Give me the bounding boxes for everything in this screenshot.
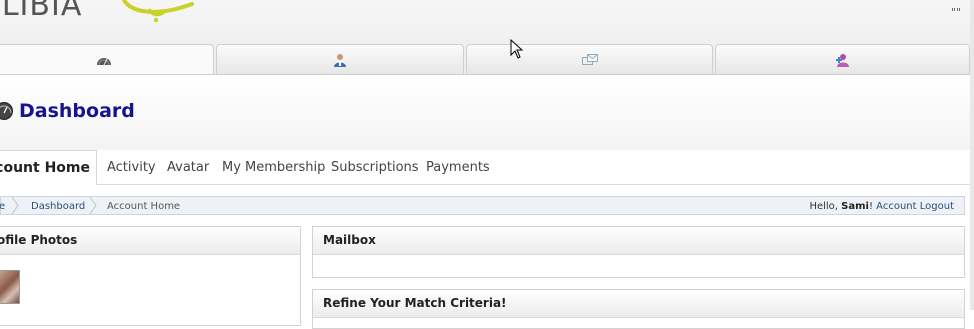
- refine-match-panel: Refine Your Match Criteria!: [312, 289, 965, 329]
- account-link[interactable]: Account: [876, 201, 916, 212]
- breadcrumb: e Dashboard Account Home Hello, Sami! Ac…: [0, 196, 965, 215]
- greeting: Hello, Sami! Account Logout: [809, 201, 954, 212]
- subnav-item-account-home[interactable]: count Home: [0, 150, 97, 185]
- subnav-item-payments[interactable]: Payments: [426, 160, 490, 175]
- breadcrumb-home[interactable]: e: [0, 201, 5, 212]
- breadcrumb-separator-icon: [89, 197, 97, 214]
- dashboard-band: [0, 75, 974, 151]
- username: Sami: [841, 201, 869, 212]
- mouse-cursor-icon: [510, 39, 524, 59]
- tab-profile[interactable]: [216, 44, 464, 75]
- dashboard-icon: [97, 58, 111, 66]
- greeting-suffix: !: [868, 201, 873, 212]
- subnav-item-activity[interactable]: Activity: [107, 160, 156, 175]
- greeting-prefix: Hello,: [809, 201, 838, 212]
- panel-title-mailbox: Mailbox: [313, 227, 964, 255]
- page-title: Dashboard: [19, 100, 135, 122]
- mailbox-panel: Mailbox: [312, 226, 965, 278]
- logout-link[interactable]: Logout: [920, 201, 954, 212]
- panel-title-refine-match: Refine Your Match Criteria!: [313, 290, 964, 318]
- profile-photos-panel: ofile Photos: [0, 226, 301, 326]
- corner-mark: "": [951, 6, 962, 19]
- breadcrumb-current: Account Home: [107, 201, 181, 212]
- breadcrumb-separator-icon: [11, 197, 19, 214]
- tab-mail[interactable]: [466, 44, 713, 75]
- panel-title-profile-photos: ofile Photos: [0, 227, 300, 255]
- dashboard-title-icon: [0, 102, 13, 120]
- profile-photo-thumbnail[interactable]: [0, 270, 20, 304]
- site-logo[interactable]: JLIBIA: [0, 0, 82, 23]
- user-icon: [334, 54, 346, 67]
- breadcrumb-dashboard[interactable]: Dashboard: [31, 201, 85, 212]
- add-user-icon: [835, 54, 849, 67]
- tab-search-members[interactable]: [715, 44, 970, 75]
- subnav-item-avatar[interactable]: Avatar: [167, 160, 209, 175]
- logo-swoosh-icon: [122, 0, 194, 23]
- mail-icon: [581, 54, 598, 65]
- window-edge: [970, 0, 974, 310]
- tab-dashboard[interactable]: [0, 44, 214, 76]
- subnav-item-subscriptions[interactable]: Subscriptions: [331, 160, 419, 175]
- subnav-item-my-membership[interactable]: My Membership: [222, 160, 325, 175]
